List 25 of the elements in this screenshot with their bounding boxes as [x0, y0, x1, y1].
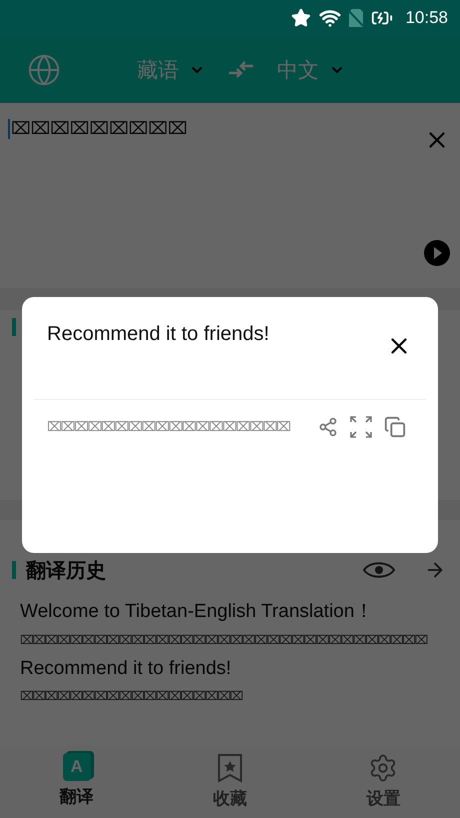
section-title: 翻译历史	[26, 556, 107, 584]
history-translation-text: ⌧⌧⌧⌧⌧⌧⌧⌧⌧⌧⌧⌧⌧⌧⌧⌧⌧⌧	[20, 688, 242, 704]
copy-icon[interactable]	[384, 416, 406, 438]
dialog-title: Recommend it to friends!	[47, 323, 270, 347]
play-button[interactable]	[424, 240, 450, 266]
nav-tab[interactable]: 收藏	[170, 745, 290, 818]
history-translation-text: ⌧⌧⌧⌧⌧⌧⌧⌧⌧⌧⌧⌧⌧⌧⌧⌧⌧⌧⌧⌧⌧⌧⌧⌧⌧⌧⌧⌧⌧⌧⌧⌧⌧	[20, 632, 427, 648]
history-source-text: Recommend it to friends!	[20, 658, 232, 680]
input-field[interactable]: ⌧⌧⌧⌧⌧⌧⌧⌧⌧	[8, 119, 188, 139]
translate-icon: A	[62, 753, 91, 781]
nav-tab[interactable]: A 翻译	[16, 745, 137, 818]
status-time: 10:58	[405, 8, 448, 28]
share-icon[interactable]	[318, 417, 338, 437]
wifi-icon	[319, 7, 342, 29]
accent-bar	[12, 561, 16, 579]
nav-tab[interactable]: 设置	[323, 745, 444, 818]
accent-bar	[12, 318, 16, 336]
bookmark-star-icon	[216, 753, 243, 783]
star-icon	[291, 8, 312, 28]
history-source-text: Welcome to Tibetan-English Translation！	[20, 600, 374, 624]
target-language-dropdown[interactable]: 中文	[277, 56, 345, 84]
no-sim-icon	[349, 9, 364, 27]
dialog-translation-text: ⌧⌧⌧⌧⌧⌧⌧⌧⌧⌧⌧⌧⌧⌧⌧⌧⌧⌧	[47, 420, 292, 434]
source-language-dropdown[interactable]: 藏语	[137, 56, 205, 84]
expand-icon[interactable]	[350, 416, 372, 438]
